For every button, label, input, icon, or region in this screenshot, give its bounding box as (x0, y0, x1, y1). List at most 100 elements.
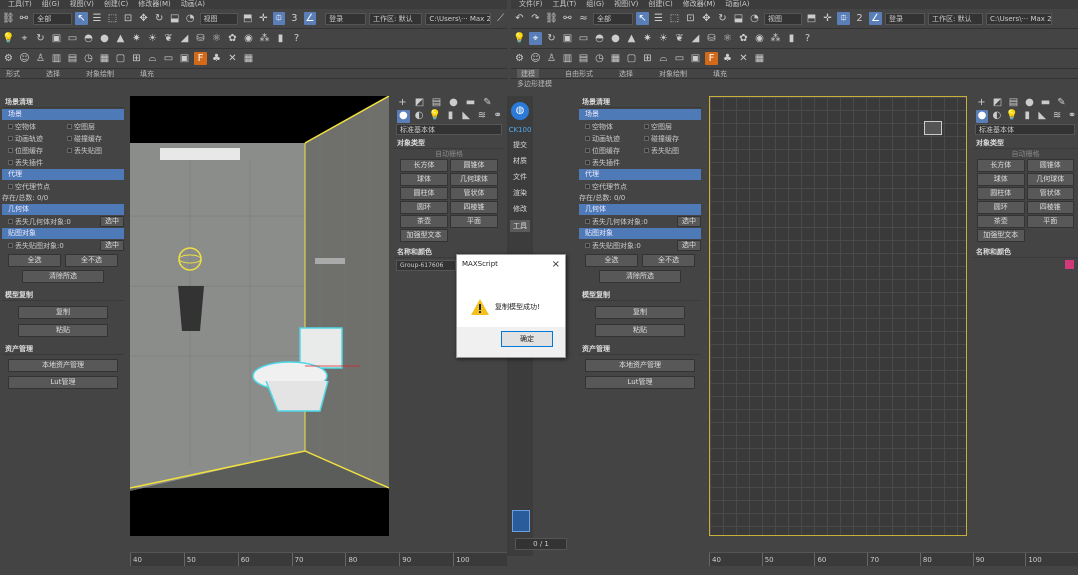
utilities-tab-icon[interactable]: ✎ (481, 97, 494, 110)
checkbox-missing-plugin[interactable]: 丢失插件 (8, 157, 65, 168)
light-icon[interactable]: 💡 (2, 32, 15, 45)
menu-item[interactable]: 视图(V) (614, 0, 638, 9)
ribbon-tab[interactable]: 形式 (6, 69, 20, 78)
ribbon-tab[interactable]: 选择 (619, 69, 633, 78)
timeline-ruler-left[interactable]: 40 50 60 70 80 90 100 (130, 552, 507, 566)
color-swatch[interactable] (1065, 260, 1074, 269)
checkbox-bitmap-cache[interactable]: 位图缓存 (585, 145, 642, 156)
geosphere-button[interactable]: 几何球体 (450, 173, 498, 186)
menu-item[interactable]: 组(G) (42, 0, 60, 9)
login-dropdown[interactable]: 登录 (885, 12, 925, 25)
bulb-icon[interactable]: ☀ (146, 32, 159, 45)
photo-icon[interactable]: ▣ (178, 52, 191, 65)
rollout-title[interactable]: 资产管理 (579, 343, 701, 355)
empty-viewport[interactable] (709, 96, 967, 536)
select-geo-button[interactable]: 选中 (677, 216, 701, 227)
modify-tab-icon[interactable]: ◩ (991, 97, 1004, 110)
rect-select-icon[interactable]: ⬚ (106, 12, 119, 25)
select-by-name-icon[interactable]: ☰ (91, 12, 104, 25)
gallery-icon[interactable]: ▦ (609, 52, 622, 65)
ok-button[interactable]: 确定 (501, 331, 553, 347)
scale-icon[interactable]: ⬓ (168, 12, 181, 25)
checkbox-missing-map[interactable]: 丢失贴图 (644, 145, 701, 156)
select-all-button[interactable]: 全选 (585, 254, 638, 267)
select-map-button[interactable]: 选中 (677, 240, 701, 251)
cylinder-button[interactable]: 圆柱体 (400, 187, 448, 200)
angle-snap-icon[interactable]: ∠ (869, 12, 882, 25)
spreadsheet-icon[interactable]: ▦ (753, 52, 766, 65)
text-plus-button[interactable]: 加强型文本 (400, 229, 448, 242)
rotate-view-icon[interactable]: ↻ (34, 32, 47, 45)
checkbox-empty-layer[interactable]: 空图层 (644, 121, 701, 132)
menu-item[interactable]: 工具(T) (553, 0, 577, 9)
menu-item[interactable]: 工具(T) (8, 0, 32, 9)
clear-selected-button[interactable]: 清除所选 (599, 270, 681, 283)
project-path-dropdown[interactable]: C:\Users\··· Max 2020 (986, 12, 1052, 25)
checkbox-collision-cache[interactable]: 碰撞缓存 (67, 133, 124, 144)
atom-icon[interactable]: ⚛ (721, 32, 734, 45)
move-pivot-icon[interactable]: ✛ (821, 12, 834, 25)
torus-button[interactable]: 圆环 (400, 201, 448, 214)
unlink-icon[interactable]: ⚯ (18, 12, 31, 25)
ref-coord-dropdown[interactable]: 视图 (764, 12, 802, 25)
paste-button[interactable]: 粘贴 (18, 324, 108, 337)
viewcube-icon[interactable] (924, 121, 942, 135)
window-crossing-icon[interactable]: ⊡ (684, 12, 697, 25)
ribbon-tab[interactable]: 对象绘制 (86, 69, 114, 78)
dome-icon[interactable]: ◓ (82, 32, 95, 45)
menu-item[interactable]: 动画(A) (181, 0, 205, 9)
window-crossing-icon[interactable]: ⊡ (122, 12, 135, 25)
close-icon[interactable]: × (552, 259, 560, 270)
hat-icon[interactable]: ⌓ (146, 52, 159, 65)
local-asset-button[interactable]: 本地资产管理 (8, 359, 118, 372)
hat-icon[interactable]: ⌓ (657, 52, 670, 65)
shape-icon[interactable]: ◐ (413, 110, 426, 123)
light-cat-icon[interactable]: 💡 (428, 110, 441, 123)
create-tab-icon[interactable]: + (975, 97, 988, 110)
material-icon[interactable]: ◢ (689, 32, 702, 45)
spreadsheet-icon[interactable]: ▦ (242, 52, 255, 65)
paste-button[interactable]: 粘贴 (595, 324, 685, 337)
camera-cat-icon[interactable]: ▮ (1021, 110, 1033, 123)
utilities-tab-icon[interactable]: ✎ (1055, 97, 1068, 110)
figure-icon[interactable]: ♙ (545, 52, 558, 65)
copy-button[interactable]: 复制 (595, 306, 685, 319)
ribbon-tab[interactable]: 填充 (713, 69, 727, 78)
checkbox-empty-object[interactable]: 空物体 (8, 121, 65, 132)
fp-icon[interactable]: F (705, 52, 718, 65)
rollout-title[interactable]: 场景清理 (579, 96, 701, 108)
select-none-button[interactable]: 全不选 (65, 254, 118, 267)
sphere-button[interactable]: 球体 (400, 173, 448, 186)
display-tab-icon[interactable]: ▬ (464, 97, 477, 110)
object-name-field[interactable]: Group-617606 (396, 260, 456, 271)
select-object-icon[interactable]: ↖ (75, 12, 88, 25)
snap-3-icon[interactable]: 3 (288, 12, 301, 25)
helper-icon[interactable]: ◣ (1036, 110, 1048, 123)
cone-button[interactable]: 圆锥体 (1026, 159, 1074, 172)
tab-icon[interactable]: ▭ (162, 52, 175, 65)
link-icon[interactable]: ⛓ (2, 12, 15, 25)
place-icon[interactable]: ◔ (748, 12, 761, 25)
dome-icon[interactable]: ◓ (593, 32, 606, 45)
angle-snap-icon[interactable]: ∠ (303, 12, 317, 25)
sphere-button[interactable]: 球体 (977, 173, 1025, 186)
spacewarp-icon[interactable]: ≋ (476, 110, 489, 123)
atom-icon[interactable]: ⚛ (210, 32, 223, 45)
camera-icon[interactable]: ⌖ (529, 32, 542, 45)
rotate-icon[interactable]: ↻ (716, 12, 729, 25)
teapot-button[interactable]: 茶壶 (977, 215, 1025, 228)
local-asset-button[interactable]: 本地资产管理 (585, 359, 695, 372)
rollout-title[interactable]: 名称和颜色 (973, 246, 1078, 258)
lut-manage-button[interactable]: Lut管理 (8, 376, 118, 389)
link-icon[interactable]: ⛓ (545, 12, 558, 25)
motion-tab-icon[interactable]: ● (1023, 97, 1036, 110)
helper-icon[interactable]: ◣ (460, 110, 473, 123)
box-icon[interactable]: ▣ (561, 32, 574, 45)
cylinder-button[interactable]: 圆柱体 (977, 187, 1025, 200)
sphere-icon[interactable]: ● (98, 32, 111, 45)
lut-manage-button[interactable]: Lut管理 (585, 376, 695, 389)
select-by-name-icon[interactable]: ☰ (652, 12, 665, 25)
menu-item[interactable]: 创建(C) (104, 0, 128, 9)
color-dots-icon[interactable]: ⁂ (258, 32, 271, 45)
leaf-icon[interactable]: ❦ (673, 32, 686, 45)
